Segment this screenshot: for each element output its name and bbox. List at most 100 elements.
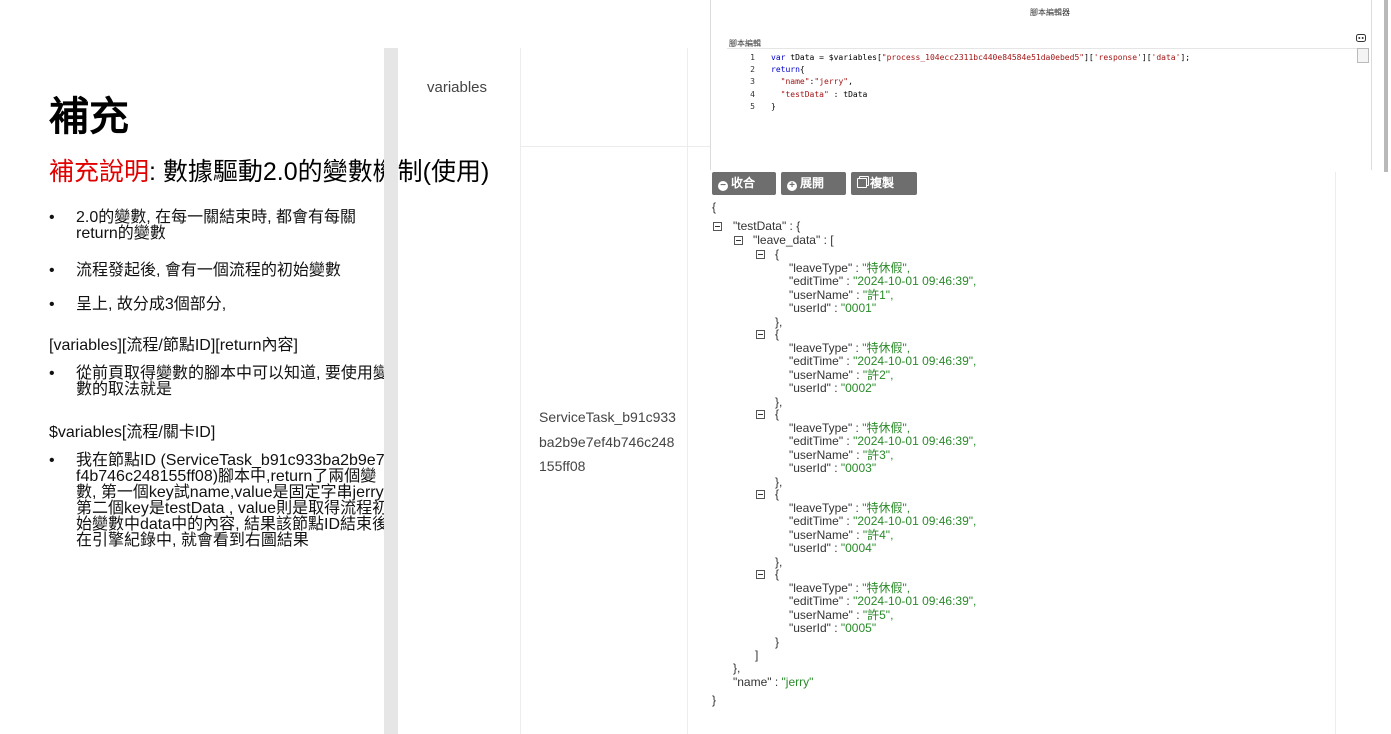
collapse-toggle-icon[interactable] — [734, 236, 743, 245]
json-field: "leaveType" : "特休假", — [789, 420, 911, 435]
json-field: "userId" : "0005" — [789, 622, 876, 635]
json-value: "2024-10-01 09:46:39", — [853, 274, 977, 288]
json-value: "jerry" — [781, 675, 814, 689]
variables-path-text: [variables][流程/節點ID][return內容] — [49, 337, 298, 354]
variables-syntax-text: $variables[流程/關卡ID] — [49, 424, 216, 441]
json-field: "editTime" : "2024-10-01 09:46:39", — [789, 435, 976, 448]
json-key: "leaveType" : — [789, 500, 863, 515]
code-line: 1 var tData = $variables["process_104ecc2… — [727, 52, 1190, 64]
code-token: 'data' — [1151, 53, 1181, 62]
copy-icon — [857, 178, 867, 188]
code-token: ]; — [1180, 53, 1191, 62]
json-brace: { — [775, 567, 780, 581]
json-key: "userId" : — [789, 301, 841, 315]
table-row-divider — [520, 146, 710, 147]
json-brace: }, — [733, 661, 741, 675]
json-value: "0002" — [840, 381, 877, 395]
script-editor-dialog: 腳本編輯器 腳本編輯 1 var tData = $variables["proc… — [710, 0, 1372, 170]
json-brace: } — [712, 693, 717, 707]
expand-button[interactable]: + 展開 — [781, 172, 846, 195]
collapse-toggle-icon[interactable] — [756, 250, 765, 259]
json-record-close: } — [775, 636, 779, 649]
json-key: "editTime" : — [789, 514, 854, 528]
code-editor[interactable]: 1 var tData = $variables["process_104ecc2… — [727, 48, 1369, 171]
code-token: ][ — [1084, 53, 1094, 62]
json-key: "leave_data" : [ — [753, 233, 834, 247]
json-value: "許2", — [862, 367, 894, 382]
minus-circle-icon: − — [718, 181, 728, 191]
bullet-text: 流程發起後, 會有一個流程的初始變數 — [76, 262, 341, 279]
json-viewer: − 收合 + 展開 複製 {"testData" : {"leave_data" :… — [711, 172, 1336, 734]
json-bracket: ] — [755, 648, 759, 662]
code-token: : tData — [828, 89, 868, 99]
collapse-toggle-icon[interactable] — [756, 490, 765, 499]
editor-scrollbar[interactable] — [1357, 48, 1369, 63]
json-field: "userName" : "許3", — [789, 448, 893, 462]
json-key: "name" : — [733, 675, 782, 689]
bullet-text: 從前頁取得變數的腳本中可以知道, 要使用變數的取法就是 — [76, 365, 389, 398]
bullet-dot: • — [49, 365, 55, 382]
code-token: 'response' — [1093, 53, 1142, 62]
json-key: "leaveType" : — [789, 420, 863, 435]
copy-button[interactable]: 複製 — [851, 172, 917, 195]
collapse-toggle-icon[interactable] — [756, 410, 765, 419]
subtitle-text: : 數據驅動2.0的變數機制(使用) — [149, 158, 490, 186]
json-key: "editTime" : — [789, 594, 854, 608]
json-field: "userName" : "許2", — [789, 367, 894, 382]
json-field: "editTime" : "2024-10-01 09:46:39", — [789, 595, 976, 608]
collapse-button[interactable]: − 收合 — [712, 172, 776, 195]
json-field: "userName" : "許5", — [789, 607, 894, 622]
json-record-open: { — [775, 568, 779, 581]
json-field: "userId" : "0001" — [789, 302, 876, 315]
code-token: "process_104ecc2311bc440e84584e51da0ebed… — [881, 53, 1085, 62]
plus-circle-icon: + — [787, 181, 797, 191]
json-name-field: "name" : "jerry" — [733, 676, 813, 689]
collapse-toggle-icon[interactable] — [713, 222, 722, 231]
json-key: "userName" : — [789, 287, 863, 302]
json-brace: { — [775, 327, 780, 341]
table-column-divider — [520, 48, 521, 734]
json-value: "許4", — [862, 527, 894, 542]
json-value: "特休假", — [862, 420, 911, 435]
collapse-toggle-icon[interactable] — [756, 570, 765, 579]
json-brace: { — [775, 247, 780, 261]
json-value: "特休假", — [862, 500, 911, 515]
json-key: "leaveType" : — [789, 260, 863, 275]
json-record-open: { — [775, 328, 779, 341]
json-value: "許5", — [862, 607, 894, 622]
bullet-text: 我在節點ID (ServiceTask_b91c933ba2b9e7ef4b74… — [76, 452, 394, 549]
line-number: 1 — [750, 53, 755, 62]
robot-icon[interactable] — [1356, 33, 1366, 42]
subtitle-highlight: 補充說明 — [49, 158, 150, 186]
json-brace: { — [712, 200, 717, 214]
page-scrollbar[interactable] — [1384, 0, 1388, 172]
json-value: "0004" — [840, 541, 877, 555]
json-field: "userName" : "許1", — [789, 287, 893, 302]
line-number: 3 — [750, 77, 755, 87]
json-value: "特休假", — [862, 260, 911, 275]
json-value: "0003" — [840, 461, 877, 475]
dialog-title: 腳本編輯器 — [1030, 8, 1070, 17]
line-number: 2 — [750, 65, 755, 75]
json-key: "editTime" : — [789, 434, 854, 448]
json-field: "leaveType" : "特休假", — [789, 500, 911, 515]
code-token: return — [771, 65, 800, 75]
json-key: "leaveType" : — [789, 580, 863, 595]
code-line: 4 "testData" : tData — [727, 89, 867, 101]
collapse-toggle-icon[interactable] — [756, 330, 765, 339]
json-field: "editTime" : "2024-10-01 09:46:39", — [789, 515, 976, 528]
json-field: "userId" : "0002" — [789, 382, 876, 395]
json-value: "2024-10-01 09:46:39", — [853, 434, 977, 448]
table-cell-variables: variables — [427, 79, 488, 96]
json-key: "userId" : — [789, 541, 841, 555]
json-panel-border — [1335, 172, 1336, 734]
bullet-text: 2.0的變數, 在每一關結束時, 都會有每關return的變數 — [76, 209, 357, 242]
json-field: "userId" : "0003" — [789, 462, 876, 475]
collapse-button-label: 收合 — [731, 176, 756, 190]
json-field: "editTime" : "2024-10-01 09:46:39", — [789, 275, 976, 288]
code-token: ][ — [1141, 53, 1152, 62]
json-brace: { — [775, 487, 780, 501]
json-record-open: { — [775, 248, 779, 261]
slide-title: 補充 — [49, 95, 129, 139]
